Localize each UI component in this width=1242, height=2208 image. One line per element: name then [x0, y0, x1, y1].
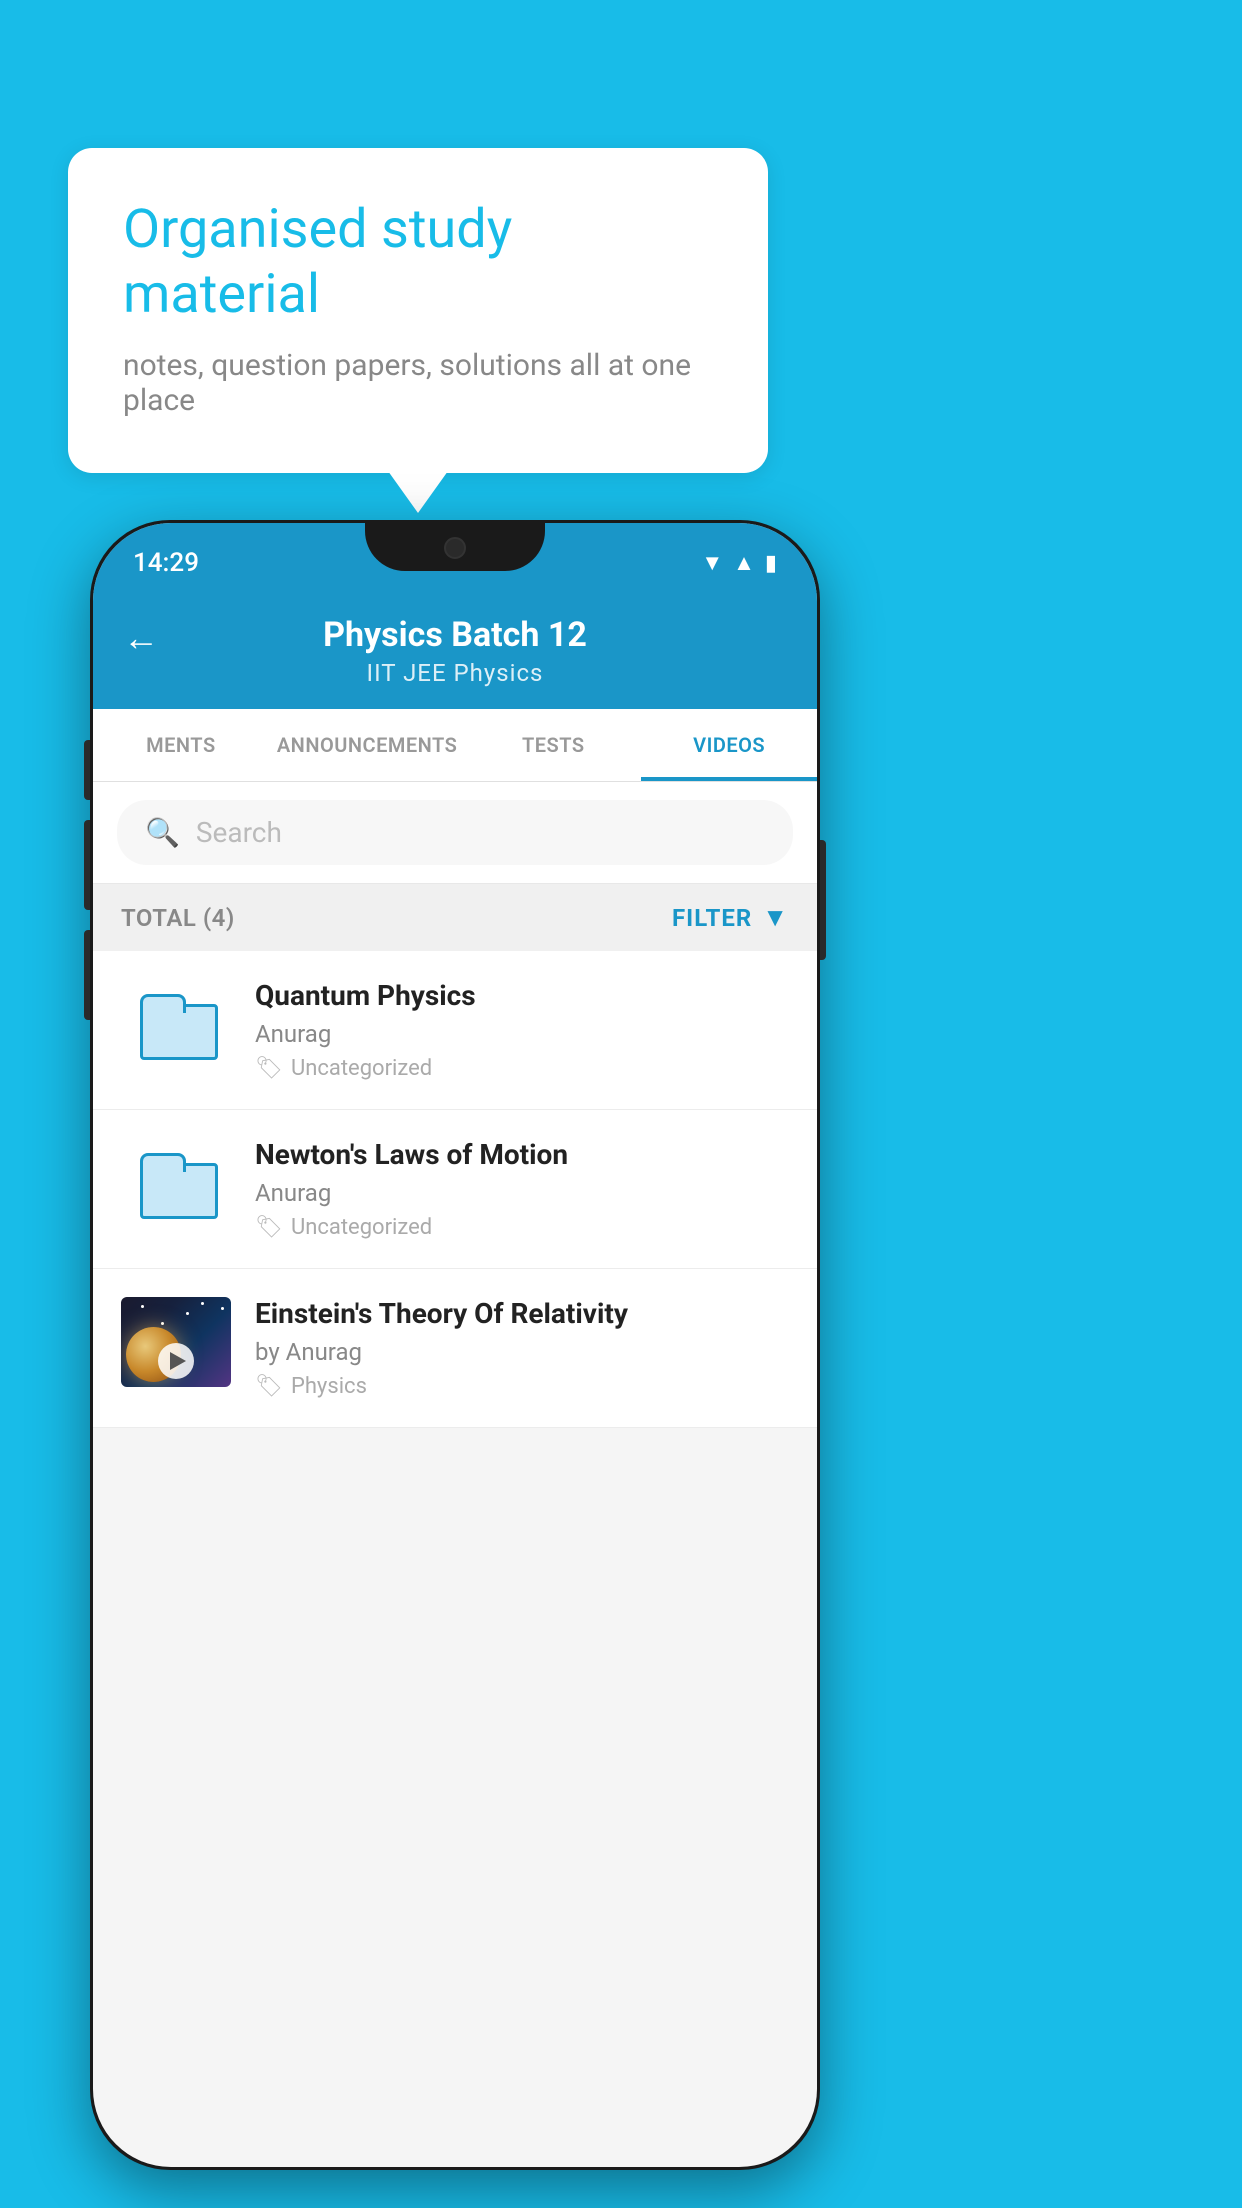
tabs-bar: MENTS ANNOUNCEMENTS TESTS VIDEOS [93, 709, 817, 782]
status-time: 14:29 [133, 548, 199, 578]
power-button [820, 840, 826, 960]
tab-ments[interactable]: MENTS [93, 709, 269, 781]
tab-videos[interactable]: VIDEOS [641, 709, 817, 781]
front-camera [444, 537, 466, 559]
signal-icon: ▲ [733, 550, 755, 576]
item-title: Einstein's Theory Of Relativity [255, 1297, 789, 1330]
status-icons: ▼ ▲ ▮ [701, 550, 777, 576]
item-thumbnail [121, 1138, 231, 1228]
item-thumbnail [121, 1297, 231, 1387]
volume-up-button [84, 740, 90, 800]
phone-screen: 14:29 ▼ ▲ ▮ ← Physics Batch 12 IIT JEE P… [93, 523, 817, 2167]
folder-icon-wrap [136, 984, 216, 1064]
list-item[interactable]: Newton's Laws of Motion Anurag 🏷 Uncateg… [93, 1110, 817, 1269]
list-item[interactable]: Quantum Physics Anurag 🏷 Uncategorized [93, 951, 817, 1110]
wifi-icon: ▼ [701, 550, 723, 576]
play-button[interactable] [158, 1343, 194, 1379]
phone-notch [365, 523, 545, 571]
tab-tests[interactable]: TESTS [465, 709, 641, 781]
folder-icon [140, 994, 212, 1054]
item-info: Quantum Physics Anurag 🏷 Uncategorized [255, 979, 789, 1081]
search-input[interactable]: Search [196, 816, 282, 849]
list-item[interactable]: Einstein's Theory Of Relativity by Anura… [93, 1269, 817, 1428]
search-input-wrap[interactable]: 🔍 Search [117, 800, 793, 865]
item-title: Newton's Laws of Motion [255, 1138, 789, 1171]
item-author: Anurag [255, 1179, 789, 1207]
item-thumbnail [121, 979, 231, 1069]
header-subtitle: IIT JEE Physics [367, 659, 544, 687]
speech-bubble: Organised study material notes, question… [68, 148, 768, 473]
tag-icon: 🏷 [255, 1215, 283, 1240]
silent-button [84, 930, 90, 1020]
tag-icon: 🏷 [255, 1056, 283, 1081]
item-info: Newton's Laws of Motion Anurag 🏷 Uncateg… [255, 1138, 789, 1240]
battery-icon: ▮ [765, 551, 777, 576]
item-tag: 🏷 Uncategorized [255, 1215, 789, 1240]
video-thumbnail-image [121, 1297, 231, 1387]
back-button[interactable]: ← [123, 617, 159, 659]
bubble-title: Organised study material [123, 198, 713, 328]
item-author: Anurag [255, 1020, 789, 1048]
search-icon: 🔍 [145, 816, 180, 849]
app-header: ← Physics Batch 12 IIT JEE Physics [93, 595, 817, 709]
bubble-subtitle: notes, question papers, solutions all at… [123, 348, 713, 418]
search-bar: 🔍 Search [93, 782, 817, 884]
tag-icon: 🏷 [255, 1374, 283, 1399]
item-info: Einstein's Theory Of Relativity by Anura… [255, 1297, 789, 1399]
play-triangle-icon [170, 1352, 186, 1370]
folder-icon [140, 1153, 212, 1213]
item-author: by Anurag [255, 1338, 789, 1366]
phone-frame: 14:29 ▼ ▲ ▮ ← Physics Batch 12 IIT JEE P… [90, 520, 820, 2170]
filter-icon: ▼ [762, 902, 789, 933]
total-count: TOTAL (4) [121, 904, 235, 932]
item-tag: 🏷 Physics [255, 1374, 789, 1399]
header-title: Physics Batch 12 [323, 615, 587, 655]
volume-down-button [84, 820, 90, 910]
filter-button[interactable]: FILTER ▼ [672, 902, 789, 933]
item-tag: 🏷 Uncategorized [255, 1056, 789, 1081]
filter-bar: TOTAL (4) FILTER ▼ [93, 884, 817, 951]
video-list: Quantum Physics Anurag 🏷 Uncategorized N [93, 951, 817, 1428]
folder-icon-wrap [136, 1143, 216, 1223]
item-title: Quantum Physics [255, 979, 789, 1012]
filter-label: FILTER [672, 904, 752, 932]
tab-announcements[interactable]: ANNOUNCEMENTS [269, 709, 466, 781]
